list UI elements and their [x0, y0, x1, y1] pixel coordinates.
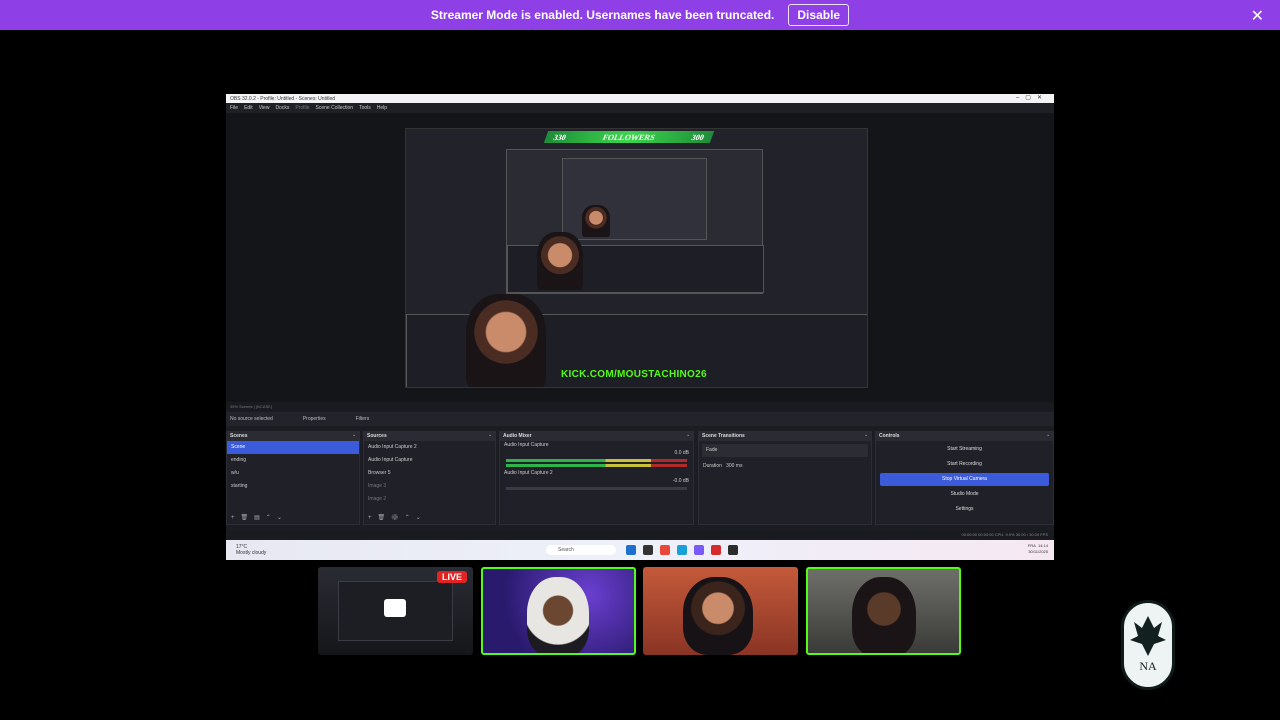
channel-logo: NA: [1121, 600, 1175, 690]
window-controls: –▢✕: [1015, 95, 1048, 101]
menu-tools: Tools: [359, 105, 371, 111]
duration-label: Duration: [703, 463, 722, 469]
scene-item: w/u: [231, 470, 239, 476]
duration-value: 300 ms: [726, 463, 743, 469]
followers-right-count: 300: [690, 132, 706, 142]
mixer-meter: [506, 464, 687, 467]
app-icon: [728, 545, 738, 555]
mixer-title: Audio Mixer: [500, 432, 693, 441]
eagle-icon: NA: [1130, 616, 1166, 673]
start-recording-button: Start Recording: [947, 461, 982, 467]
app-icon: [660, 545, 670, 555]
transition-type: Fade: [702, 444, 868, 457]
scene-item: Scene: [227, 441, 359, 454]
followers-bar: 330 FOLLOWERS 300: [543, 131, 715, 143]
source-item: Image 2: [368, 496, 387, 502]
participant-video: [527, 577, 589, 653]
studio-mode-button: Studio Mode: [950, 491, 979, 497]
app-icon: [643, 545, 653, 555]
source-item: Audio Input Capture 2: [368, 444, 417, 450]
mixer-channel-db: -0.0 dB: [672, 478, 689, 484]
obs-status-bar: 00:00:00 00:00:00 CPU: 9.9% 30.00 / 30.0…: [226, 530, 1054, 539]
controls-dock: Controls Start Streaming Start Recording…: [875, 431, 1054, 525]
controls-title: Controls: [876, 432, 1053, 441]
taskbar-clock: FRA 14:14 30/11/2025: [1028, 543, 1048, 555]
taskbar-apps: [626, 545, 738, 555]
live-badge: LIVE: [436, 571, 467, 583]
settings-button: Settings: [955, 506, 974, 512]
mixer-meter: [506, 459, 687, 462]
followers-left-count: 330: [552, 132, 568, 142]
mixer-channel-name: Audio Input Capture: [504, 442, 549, 448]
participant-tile-2[interactable]: [643, 567, 798, 655]
followers-label: FOLLOWERS: [601, 132, 657, 142]
scenes-dock: Scenes Scene ending w/u starting +🗑▤⌃⌄: [226, 431, 360, 525]
source-item: Image 3: [368, 483, 387, 489]
obs-preview-area: 330 FOLLOWERS 300 KICK.COM/MOUSTACHINO26: [226, 113, 1054, 402]
clock-time: 14:14: [1037, 543, 1048, 548]
participant-video: [683, 577, 753, 655]
participant-tile-screen[interactable]: LIVE: [318, 567, 473, 655]
properties-bar: No source selected Properties Filters: [226, 412, 1054, 426]
stop-virtual-camera-button: Stop Virtual Camera: [880, 473, 1049, 486]
mixer-channel-name: Audio Input Capture 2: [504, 470, 553, 476]
menu-help: Help: [376, 105, 388, 111]
mixer-channel-db: 0.0 dB: [674, 450, 689, 456]
sources-title: Sources: [364, 432, 495, 441]
properties-button: Properties: [302, 416, 326, 422]
banner-message: Streamer Mode is enabled. Usernames have…: [430, 8, 775, 22]
menu-profile: Profile: [295, 105, 310, 111]
scenes-toolbar: +🗑▤⌃⌄: [231, 515, 288, 521]
scene-item: starting: [231, 483, 248, 489]
taskbar-search: Search: [546, 545, 616, 555]
webcam-overlay: [466, 294, 546, 387]
scene-transitions-dock: Scene Transitions Fade Duration 300 ms: [698, 431, 872, 525]
duration-row: Duration 300 ms: [699, 460, 871, 473]
app-icon: [711, 545, 721, 555]
weather-widget: 17°C Mostly cloudy: [236, 544, 296, 556]
source-item: Browser 5: [368, 470, 391, 476]
app-icon: [694, 545, 704, 555]
streamer-mode-banner: Streamer Mode is enabled. Usernames have…: [0, 0, 1280, 30]
disable-button[interactable]: Disable: [788, 4, 850, 26]
preview-canvas: 330 FOLLOWERS 300 KICK.COM/MOUSTACHINO26: [405, 128, 868, 388]
webcam-nested: [537, 232, 583, 290]
sources-toolbar: +🗑⚙⌃⌄: [368, 515, 427, 521]
menu-file: File: [230, 105, 239, 111]
obs-titlebar: OBS 32.0.2 - Profile: Untitled - Scenes:…: [226, 94, 1054, 103]
webcam-nested-small: [582, 205, 610, 237]
no-source-label: No source selected: [230, 416, 273, 422]
weather-desc: Mostly cloudy: [236, 550, 267, 556]
screen-share-video: OBS 32.0.2 - Profile: Untitled - Scenes:…: [226, 94, 1054, 560]
obs-menubar: File Edit View Docks Profile Scene Colle…: [226, 103, 1054, 113]
preview-status-strip: 35% Scenes | (NCASE): [226, 402, 1054, 411]
scenes-title: Scenes: [227, 432, 359, 441]
close-icon[interactable]: ✕: [1251, 6, 1264, 26]
scene-item: ending: [231, 457, 247, 463]
sources-dock: Sources Audio Input Capture 2 Audio Inpu…: [363, 431, 496, 525]
menu-edit: Edit: [244, 105, 253, 111]
svg-text:NA: NA: [1139, 659, 1157, 673]
participant-tile-1[interactable]: [481, 567, 636, 655]
start-streaming-button: Start Streaming: [947, 446, 982, 452]
menu-docks: Docks: [275, 105, 290, 111]
window-title: OBS 32.0.2 - Profile: Untitled - Scenes:…: [230, 95, 336, 102]
mixer-meter: [506, 487, 687, 490]
participant-tile-3[interactable]: [806, 567, 961, 655]
clock-date: 30/11/2025: [1028, 549, 1048, 554]
windows-start-icon: [626, 545, 636, 555]
keyboard-lang: FRA: [1027, 543, 1036, 548]
participant-video: [852, 577, 916, 653]
source-item: Audio Input Capture: [368, 457, 413, 463]
menu-view: View: [258, 105, 270, 111]
screen-share-icon: [384, 599, 406, 617]
app-icon: [677, 545, 687, 555]
menu-scene-collection: Scene Collection: [315, 105, 354, 111]
kick-url: KICK.COM/MOUSTACHINO26: [561, 369, 707, 380]
audio-mixer-dock: Audio Mixer Audio Input Capture 0.0 dB A…: [499, 431, 694, 525]
filters-button: Filters: [355, 416, 370, 422]
transitions-title: Scene Transitions: [699, 432, 871, 441]
windows-taskbar: 17°C Mostly cloudy Search FRA 14:14 30/1…: [226, 540, 1054, 560]
nested-preview: [506, 149, 764, 294]
